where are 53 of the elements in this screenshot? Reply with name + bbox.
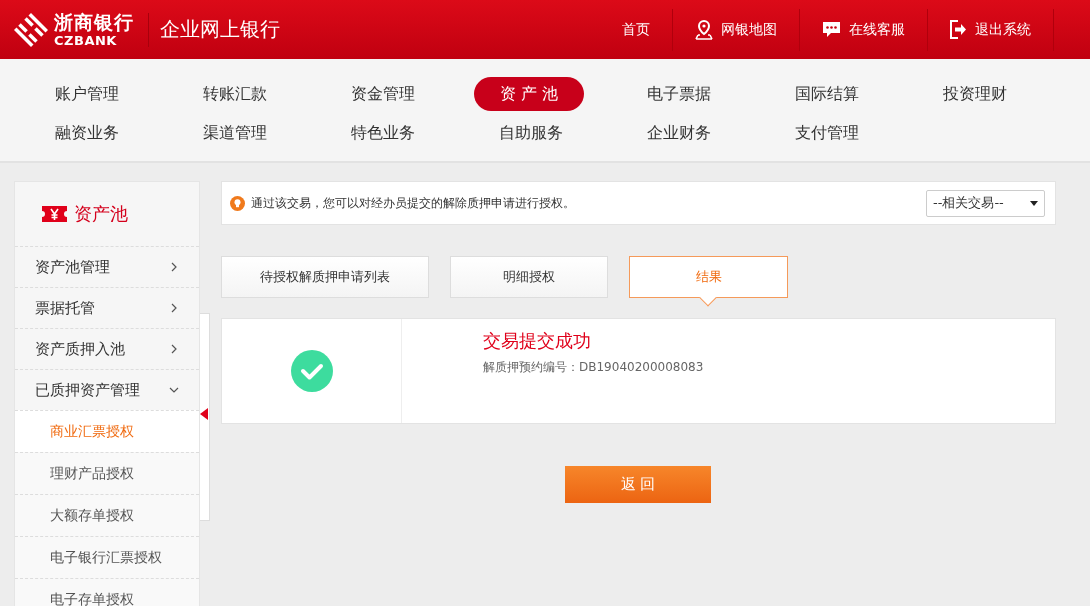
nav-tab[interactable]: 融资业务 (30, 116, 144, 150)
header-link[interactable]: 在线客服 (800, 8, 928, 51)
sidebar-item-label: 票据托管 (35, 298, 95, 318)
nav-tab[interactable]: 账户管理 (30, 77, 144, 111)
nav-tab[interactable]: 国际结算 (770, 77, 884, 111)
sidebar-item[interactable]: 票据托管 (15, 287, 199, 328)
nav-tab[interactable]: 电子票据 (622, 77, 736, 111)
location-pin-icon (695, 19, 713, 40)
header-link[interactable]: 首页 (622, 8, 673, 51)
site-title: 企业网上银行 (160, 16, 280, 43)
sidebar-title: 资产池 (74, 202, 128, 226)
bank-logo-name: 浙商银行 (54, 12, 134, 32)
related-transactions-dropdown[interactable]: --相关交易-- (926, 189, 1045, 217)
header-link-label: 退出系统 (975, 20, 1031, 39)
ticket-icon (41, 205, 68, 223)
sidebar-subitem[interactable]: 电子存单授权 (15, 578, 199, 606)
header-link-label: 首页 (622, 20, 650, 39)
sidebar-item-label: 资产质押入池 (35, 339, 125, 359)
step-tab[interactable]: 明细授权 (450, 256, 608, 298)
sidebar-item-label: 资产池管理 (35, 257, 110, 277)
triangle-left-icon (200, 408, 208, 420)
nav-tab[interactable]: 投资理财 (918, 77, 1032, 111)
nav-tab[interactable]: 支付管理 (770, 116, 884, 150)
bank-logo-icon (14, 12, 48, 47)
chat-bubble-icon (822, 20, 841, 39)
step-tab[interactable]: 待授权解质押申请列表 (221, 256, 429, 298)
nav-tab[interactable]: 自助服务 (474, 116, 588, 150)
lightbulb-icon (230, 195, 245, 211)
nav-tab[interactable]: 资金管理 (326, 77, 440, 111)
header-link-label: 网银地图 (721, 20, 777, 39)
chevron-down-icon (169, 385, 179, 395)
nav-tab[interactable]: 企业财务 (622, 116, 736, 150)
nav-tab[interactable]: 特色业务 (326, 116, 440, 150)
header-link[interactable]: 网银地图 (673, 8, 800, 51)
header-link[interactable]: 退出系统 (928, 8, 1054, 51)
chevron-right-icon (169, 262, 179, 272)
sidebar-collapse-handle[interactable] (200, 313, 210, 521)
sidebar-item-label: 已质押资产管理 (35, 380, 140, 400)
result-reference: 解质押预约编号：DB19040200008083 (483, 359, 704, 376)
bank-logo-latin: CZBANK (54, 33, 118, 47)
nav-tab[interactable]: 资 产 池 (474, 77, 585, 111)
caret-icon (1030, 200, 1038, 206)
nav-tab[interactable]: 渠道管理 (178, 116, 292, 150)
logout-icon (950, 20, 967, 39)
sidebar-item[interactable]: 资产池管理 (15, 246, 199, 287)
success-check-icon (290, 350, 333, 392)
chevron-right-icon (169, 303, 179, 313)
result-title: 交易提交成功 (483, 329, 592, 353)
chevron-right-icon (169, 344, 179, 354)
header-link-label: 在线客服 (849, 20, 905, 39)
notice-text: 通过该交易，您可以对经办员提交的解除质押申请进行授权。 (251, 194, 575, 212)
sidebar-item[interactable]: 资产质押入池 (15, 328, 199, 369)
nav-tab[interactable]: 转账汇款 (178, 77, 292, 111)
